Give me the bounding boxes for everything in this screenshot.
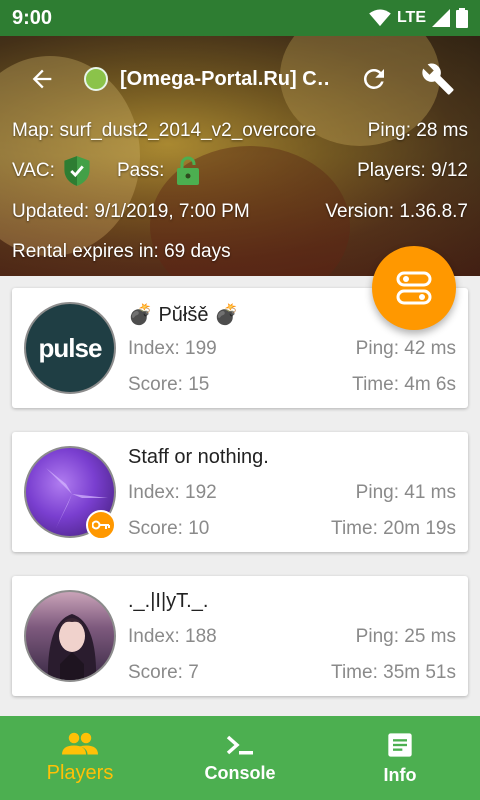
- status-time: 9:00: [12, 6, 53, 29]
- player-ping: Ping: 41 ms: [355, 482, 456, 503]
- player-name: 💣 Pŭłšě 💣: [128, 304, 239, 326]
- refresh-icon: [363, 68, 384, 89]
- player-index: Index: 199: [128, 338, 217, 359]
- player-card[interactable]: ._.|I|yT._. Index: 188 Ping: 25 ms Score…: [12, 576, 468, 696]
- vac-row: VAC: Pass: Players: 9/12: [12, 154, 468, 188]
- player-avatar: pulse: [24, 302, 116, 394]
- network-type: LTE: [396, 9, 426, 26]
- toggle-icon: [396, 271, 432, 305]
- online-status-indicator: [84, 67, 108, 91]
- player-time: Time: 20m 19s: [331, 518, 456, 539]
- updated-row: Updated: 9/1/2019, 7:00 PM Version: 1.36…: [12, 198, 468, 226]
- player-index: Index: 192: [128, 482, 217, 503]
- anime-character-image: [47, 614, 97, 680]
- ping-label: Ping: 28 ms: [367, 120, 468, 141]
- nav-info[interactable]: Info: [320, 716, 480, 800]
- wifi-icon: [369, 9, 391, 27]
- nav-players[interactable]: Players: [0, 716, 160, 800]
- rental-label: Rental expires in: 69 days: [12, 241, 231, 262]
- player-score: Score: 7: [128, 662, 199, 683]
- version-label: Version: 1.36.8.7: [325, 201, 468, 222]
- people-icon: [62, 732, 98, 754]
- player-ping: Ping: 42 ms: [355, 338, 456, 359]
- player-time: Time: 4m 6s: [352, 374, 456, 395]
- map-row: Map: surf_dust2_2014_v2_overcore Ping: 2…: [12, 116, 468, 146]
- terminal-icon: [226, 735, 253, 754]
- arrow-back-icon: [32, 69, 52, 89]
- key-badge: [86, 510, 116, 540]
- lock-open-icon: [177, 156, 200, 185]
- server-title: [Omega-Portal.Ru] C…: [120, 67, 330, 90]
- player-ping: Ping: 25 ms: [355, 626, 456, 647]
- pass-label: Pass:: [116, 160, 165, 181]
- document-icon: [388, 732, 412, 757]
- player-avatar: [24, 590, 116, 682]
- player-time: Time: 35m 51s: [331, 662, 456, 683]
- nav-console-label: Console: [204, 762, 276, 783]
- map-label: Map: surf_dust2_2014_v2_overcore: [12, 120, 317, 141]
- settings-button[interactable]: [410, 51, 466, 107]
- avatar-logo-text: pulse: [38, 332, 103, 363]
- signal-icon: [432, 9, 450, 27]
- updated-label: Updated: 9/1/2019, 7:00 PM: [12, 201, 250, 222]
- player-index: Index: 188: [128, 626, 217, 647]
- vac-shield-icon: [64, 156, 90, 186]
- player-card[interactable]: Staff or nothing. Index: 192 Ping: 41 ms…: [12, 432, 468, 552]
- nav-info-label: Info: [383, 764, 417, 785]
- vac-label: VAC:: [12, 160, 55, 181]
- wrench-icon: [422, 63, 454, 95]
- player-score: Score: 10: [128, 518, 210, 539]
- bottom-navigation: Players Console Info: [0, 716, 480, 800]
- refresh-button[interactable]: [346, 51, 402, 107]
- player-score: Score: 15: [128, 374, 210, 395]
- server-header: [Omega-Portal.Ru] C… Map: surf_dust2_201…: [0, 36, 480, 276]
- nav-players-label: Players: [46, 761, 114, 784]
- nav-console[interactable]: Console: [160, 716, 320, 800]
- key-icon: [92, 520, 110, 530]
- battery-icon: [456, 8, 468, 28]
- toolbar: [Omega-Portal.Ru] C…: [0, 36, 480, 122]
- toggle-options-fab[interactable]: [372, 246, 456, 330]
- player-name: Staff or nothing.: [128, 446, 269, 468]
- players-count: Players: 9/12: [357, 160, 468, 181]
- player-name: ._.|I|yT._.: [128, 590, 209, 612]
- back-button[interactable]: [14, 51, 70, 107]
- status-bar: 9:00 LTE: [0, 0, 480, 36]
